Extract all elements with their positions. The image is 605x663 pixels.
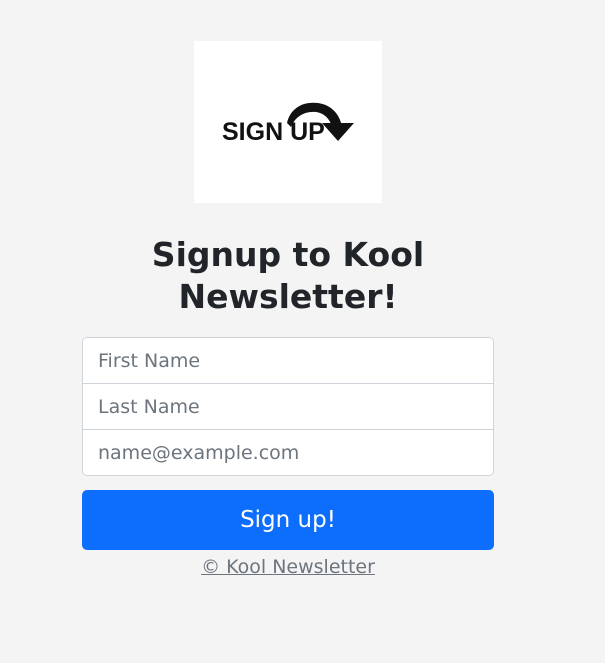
- page-title: Signup to Kool Newsletter!: [151, 235, 425, 316]
- copyright-link[interactable]: © Kool Newsletter: [201, 556, 375, 578]
- signup-page: SIGN UP Signup to Kool Newsletter! Sign …: [0, 0, 605, 663]
- logo-graphic: SIGN UP: [222, 102, 354, 146]
- signup-logo: SIGN UP: [194, 41, 382, 203]
- first-name-input[interactable]: [82, 337, 494, 384]
- signup-form: [82, 337, 494, 476]
- footer: © Kool Newsletter: [82, 554, 494, 580]
- signup-button[interactable]: Sign up!: [82, 490, 494, 550]
- last-name-input[interactable]: [82, 383, 494, 430]
- logo-text: SIGN UP: [222, 118, 325, 146]
- email-input[interactable]: [82, 429, 494, 476]
